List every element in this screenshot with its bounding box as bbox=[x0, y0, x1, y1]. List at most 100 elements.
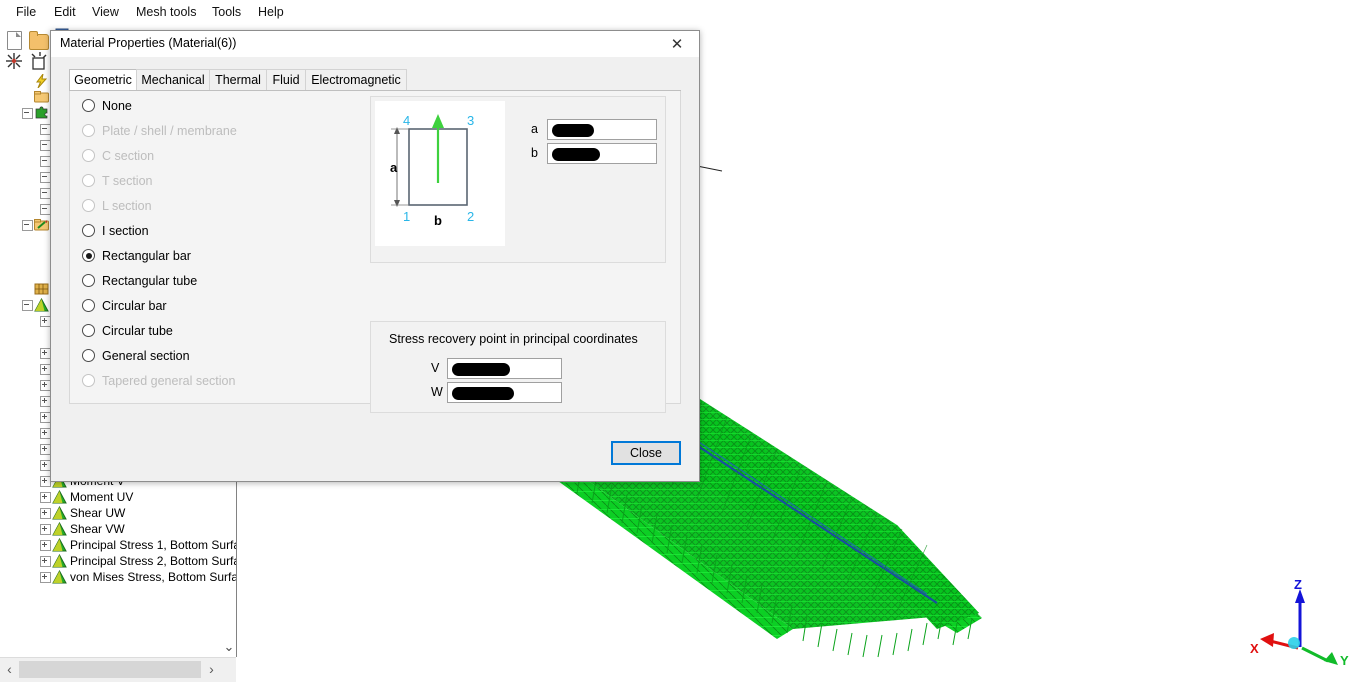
radio-label: Plate / shell / membrane bbox=[102, 124, 237, 138]
menu-help[interactable]: Help bbox=[252, 4, 290, 21]
dimension-a-label: a bbox=[390, 160, 398, 175]
radio-label: Circular bar bbox=[102, 299, 167, 313]
expand-icon[interactable] bbox=[40, 556, 51, 567]
radio-button-icon bbox=[82, 174, 95, 187]
tree-item-label: Principal Stress 2, Bottom Surface bbox=[70, 554, 237, 568]
tree-item-label: Moment UV bbox=[70, 490, 134, 504]
new-document-icon[interactable] bbox=[4, 29, 26, 51]
close-button[interactable]: Close bbox=[611, 441, 681, 465]
folder-pencil-icon bbox=[34, 218, 49, 232]
tree-item-principal-stress-2-bottom-surface[interactable]: Principal Stress 2, Bottom Surface bbox=[40, 553, 237, 569]
stress-recovery-title: Stress recovery point in principal coord… bbox=[389, 332, 638, 346]
radio-button-icon bbox=[82, 374, 95, 387]
redaction-mark bbox=[452, 363, 510, 376]
folder-icon bbox=[34, 90, 49, 104]
axis-label-z: Z bbox=[1294, 577, 1302, 592]
triangle-icon bbox=[34, 297, 49, 312]
radio-button-icon[interactable] bbox=[82, 274, 95, 287]
spark-icon[interactable] bbox=[4, 51, 24, 71]
stress-v-row[interactable]: V bbox=[431, 358, 611, 380]
axis-label-y: Y bbox=[1340, 653, 1349, 665]
tree-item-label: Principal Stress 1, Bottom Surface bbox=[70, 538, 237, 552]
triangle-icon bbox=[52, 489, 67, 504]
radio-button-icon bbox=[82, 149, 95, 162]
menu-view[interactable]: View bbox=[86, 4, 125, 21]
scroll-track[interactable] bbox=[19, 661, 201, 678]
expand-icon[interactable] bbox=[40, 492, 51, 503]
lightning-icon bbox=[34, 73, 49, 89]
tree-scroll-down-icon[interactable]: ⌄ bbox=[222, 640, 236, 654]
stress-w-row[interactable]: W bbox=[431, 382, 611, 404]
triangle-icon bbox=[52, 553, 67, 568]
tab-geometric[interactable]: Geometric bbox=[69, 69, 137, 92]
dimension-b-input[interactable] bbox=[547, 143, 657, 164]
tree-item-principal-stress-1-bottom-surface[interactable]: Principal Stress 1, Bottom Surface bbox=[40, 537, 237, 553]
radio-label: Rectangular tube bbox=[102, 274, 198, 288]
tree-item-shear-uw[interactable]: Shear UW bbox=[40, 505, 236, 521]
menu-bar: File Edit View Mesh tools Tools Help bbox=[0, 0, 1364, 26]
material-properties-dialog[interactable]: Material Properties (Material(6)) ✕ Geom… bbox=[50, 30, 700, 482]
dialog-tabs[interactable]: Geometric Mechanical Thermal Fluid Electroma… bbox=[69, 69, 681, 92]
field-label-w: W bbox=[431, 385, 443, 399]
expand-icon[interactable] bbox=[40, 524, 51, 535]
tab-thermal[interactable]: Thermal bbox=[209, 69, 267, 91]
triangle-icon bbox=[52, 569, 67, 584]
scroll-left-button[interactable]: ‹ bbox=[1, 660, 18, 679]
radio-button-icon[interactable] bbox=[82, 249, 95, 262]
radio-button-icon[interactable] bbox=[82, 224, 95, 237]
tree-horizontal-scrollbar[interactable]: ‹ › bbox=[0, 657, 236, 682]
radio-button-icon[interactable] bbox=[82, 99, 95, 112]
menu-file[interactable]: File bbox=[10, 4, 42, 21]
cross-section-group: a b 4 3 1 2 a b bbox=[370, 96, 666, 263]
radio-button-icon[interactable] bbox=[82, 324, 95, 337]
cross-section-figure: a b 4 3 1 2 bbox=[375, 101, 505, 246]
collapse-icon[interactable] bbox=[22, 220, 33, 231]
node-spark-icon[interactable] bbox=[28, 51, 48, 71]
dimension-b-row[interactable]: b bbox=[531, 143, 657, 165]
scroll-right-button[interactable]: › bbox=[203, 660, 220, 679]
menu-edit[interactable]: Edit bbox=[48, 4, 82, 21]
field-label-v: V bbox=[431, 361, 440, 375]
radio-label: General section bbox=[102, 349, 190, 363]
field-label-a: a bbox=[531, 122, 538, 136]
corner-label-3: 3 bbox=[467, 113, 474, 128]
radio-button-icon[interactable] bbox=[82, 349, 95, 362]
stress-v-input[interactable] bbox=[447, 358, 562, 379]
dimension-a-input[interactable] bbox=[547, 119, 657, 140]
corner-label-1: 1 bbox=[403, 209, 410, 224]
collapse-icon[interactable] bbox=[22, 300, 33, 311]
tree-item-von-mises-stress-bottom-surface[interactable]: von Mises Stress, Bottom Surface bbox=[40, 569, 236, 585]
dimension-a-row[interactable]: a bbox=[531, 119, 657, 141]
radio-label: L section bbox=[102, 199, 152, 213]
expand-icon[interactable] bbox=[40, 572, 51, 583]
radio-label: Circular tube bbox=[102, 324, 173, 338]
expand-icon[interactable] bbox=[40, 540, 51, 551]
radio-label: T section bbox=[102, 174, 153, 188]
mesh-icon bbox=[34, 282, 49, 296]
open-folder-icon[interactable] bbox=[28, 29, 50, 51]
menu-tools[interactable]: Tools bbox=[206, 4, 247, 21]
dimension-b-label: b bbox=[434, 213, 442, 228]
tree-item-shear-vw[interactable]: Shear VW bbox=[40, 521, 236, 537]
radio-label: I section bbox=[102, 224, 149, 238]
tab-fluid[interactable]: Fluid bbox=[266, 69, 306, 91]
tree-item-moment-uv[interactable]: Moment UV bbox=[40, 489, 236, 505]
close-icon[interactable]: ✕ bbox=[655, 31, 699, 57]
tab-electromagnetic[interactable]: Electromagnetic bbox=[305, 69, 407, 91]
stress-w-input[interactable] bbox=[447, 382, 562, 403]
dialog-title: Material Properties (Material(6)) bbox=[60, 36, 237, 50]
radio-label: Rectangular bar bbox=[102, 249, 191, 263]
redaction-mark bbox=[552, 148, 600, 161]
triangle-icon bbox=[52, 521, 67, 536]
radio-button-icon[interactable] bbox=[82, 299, 95, 312]
tab-mechanical[interactable]: Mechanical bbox=[136, 69, 210, 91]
collapse-icon[interactable] bbox=[22, 108, 33, 119]
radio-label: C section bbox=[102, 149, 155, 163]
expand-icon[interactable] bbox=[40, 508, 51, 519]
geometric-tab-panel: None Plate / shell / membrane C section T s… bbox=[69, 91, 681, 413]
radio-label: None bbox=[102, 99, 132, 113]
field-label-b: b bbox=[531, 146, 538, 160]
menu-mesh-tools[interactable]: Mesh tools bbox=[130, 4, 202, 21]
axis-triad: Z X Y bbox=[1250, 577, 1349, 665]
dialog-title-bar[interactable]: Material Properties (Material(6)) ✕ bbox=[51, 31, 699, 58]
